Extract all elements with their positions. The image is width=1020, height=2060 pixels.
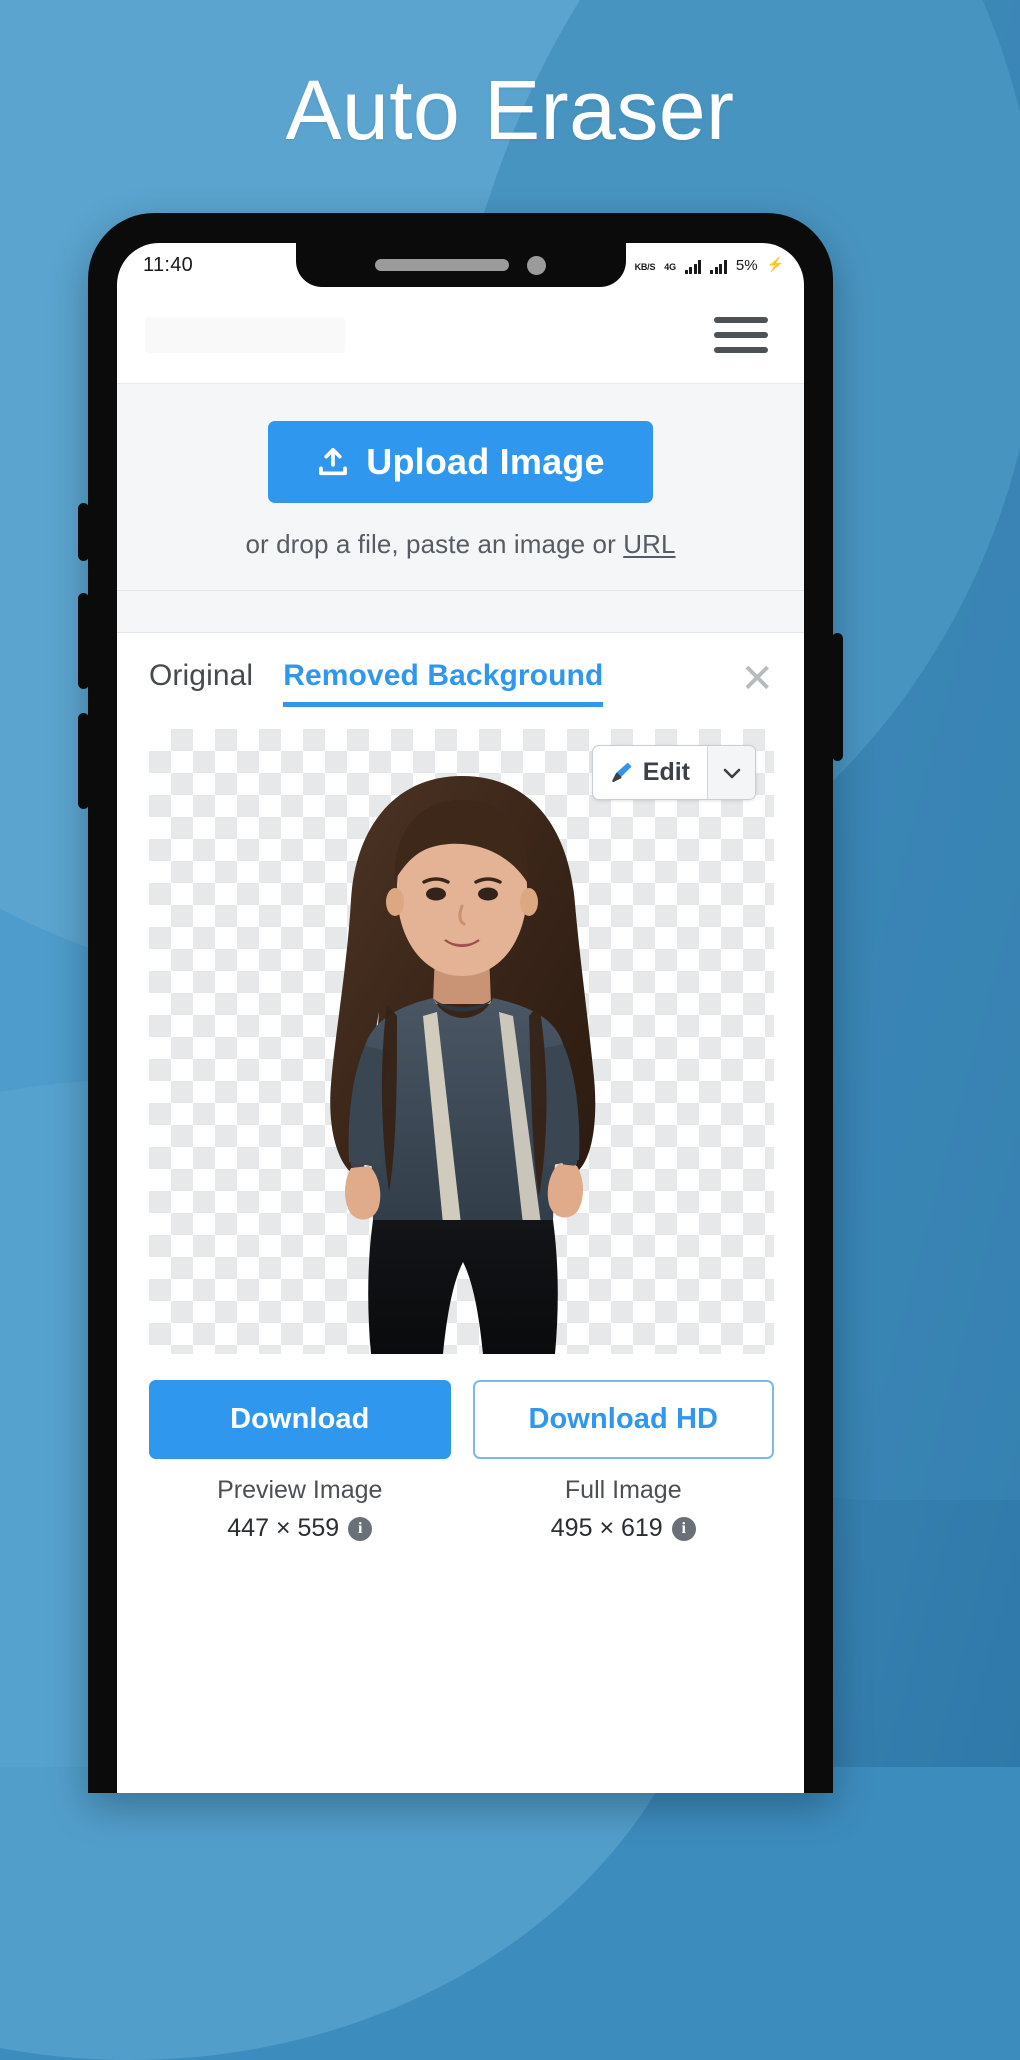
upload-image-button[interactable]: Upload Image [268, 421, 653, 503]
front-camera-icon [527, 255, 546, 275]
status-time: 11:40 [143, 253, 194, 276]
network-type-label: 4G [664, 262, 676, 272]
signal-bars-icon [710, 260, 727, 274]
url-link[interactable]: URL [623, 529, 675, 559]
edit-button-label: Edit [642, 758, 690, 786]
chevron-down-icon[interactable] [707, 746, 755, 799]
close-icon[interactable]: ✕ [740, 659, 774, 707]
subject-cutout-image [329, 776, 595, 1354]
drop-hint-text: or drop a file, paste an image or [245, 529, 624, 559]
battery-percent-label: 5% [735, 257, 758, 274]
download-hd-caption: Full Image [564, 1476, 682, 1504]
result-section: Original Removed Background ✕ Edit Downl… [117, 633, 804, 1543]
phone-notch [295, 243, 626, 287]
phone-volume-up-button [78, 593, 89, 689]
hamburger-bar [714, 347, 768, 353]
download-hd-size: 495 × 619 i [473, 1514, 775, 1543]
result-tabs: Original Removed Background ✕ [117, 659, 804, 707]
status-indicators: KB/S 4G 5% ⚡ [635, 256, 784, 274]
charging-bolt-icon: ⚡ [766, 256, 784, 272]
network-speed-label: KB/S [634, 262, 656, 272]
download-hd-column: Download HD Full Image 495 × 619 i [472, 1380, 775, 1543]
upload-image-button-label: Upload Image [366, 441, 605, 482]
wifi-icon [684, 260, 702, 274]
download-hd-button[interactable]: Download HD [472, 1380, 774, 1459]
drop-hint: or drop a file, paste an image or URL [117, 529, 804, 560]
hamburger-menu-icon[interactable] [708, 311, 774, 359]
brand-logo [145, 317, 345, 353]
download-size: 447 × 559 i [149, 1514, 451, 1543]
page-title: Auto Eraser [285, 63, 735, 157]
edit-button-group[interactable]: Edit [591, 745, 756, 800]
earpiece-speaker [375, 259, 509, 271]
download-row: Download Preview Image 447 × 559 i Downl… [117, 1354, 804, 1543]
upload-panel: Upload Image or drop a file, paste an im… [117, 383, 804, 591]
info-icon[interactable]: i [348, 1516, 373, 1541]
upload-icon [319, 447, 348, 476]
edit-button[interactable]: Edit [593, 746, 707, 799]
panel-divider [117, 591, 804, 633]
hamburger-bar [714, 317, 768, 323]
download-size-label: 447 × 559 [227, 1514, 340, 1542]
download-hd-size-label: 495 × 619 [550, 1514, 663, 1542]
phone-screen: 11:40 KB/S 4G 5% ⚡ Upload Image or drop … [117, 243, 804, 1793]
phone-mockup: 11:40 KB/S 4G 5% ⚡ Upload Image or drop … [78, 213, 843, 1793]
download-caption: Preview Image [217, 1476, 383, 1504]
image-preview-canvas[interactable]: Edit [149, 729, 774, 1354]
tab-removed-background[interactable]: Removed Background [283, 659, 604, 707]
info-icon[interactable]: i [671, 1516, 696, 1541]
phone-mute-switch [78, 503, 89, 561]
brush-icon [611, 763, 631, 782]
phone-power-button [832, 633, 843, 761]
phone-volume-down-button [78, 713, 89, 809]
download-preview-column: Download Preview Image 447 × 559 i [149, 1380, 451, 1543]
tab-original[interactable]: Original [149, 659, 253, 707]
download-button[interactable]: Download [149, 1380, 451, 1459]
hamburger-bar [714, 332, 768, 338]
app-header [117, 287, 804, 383]
